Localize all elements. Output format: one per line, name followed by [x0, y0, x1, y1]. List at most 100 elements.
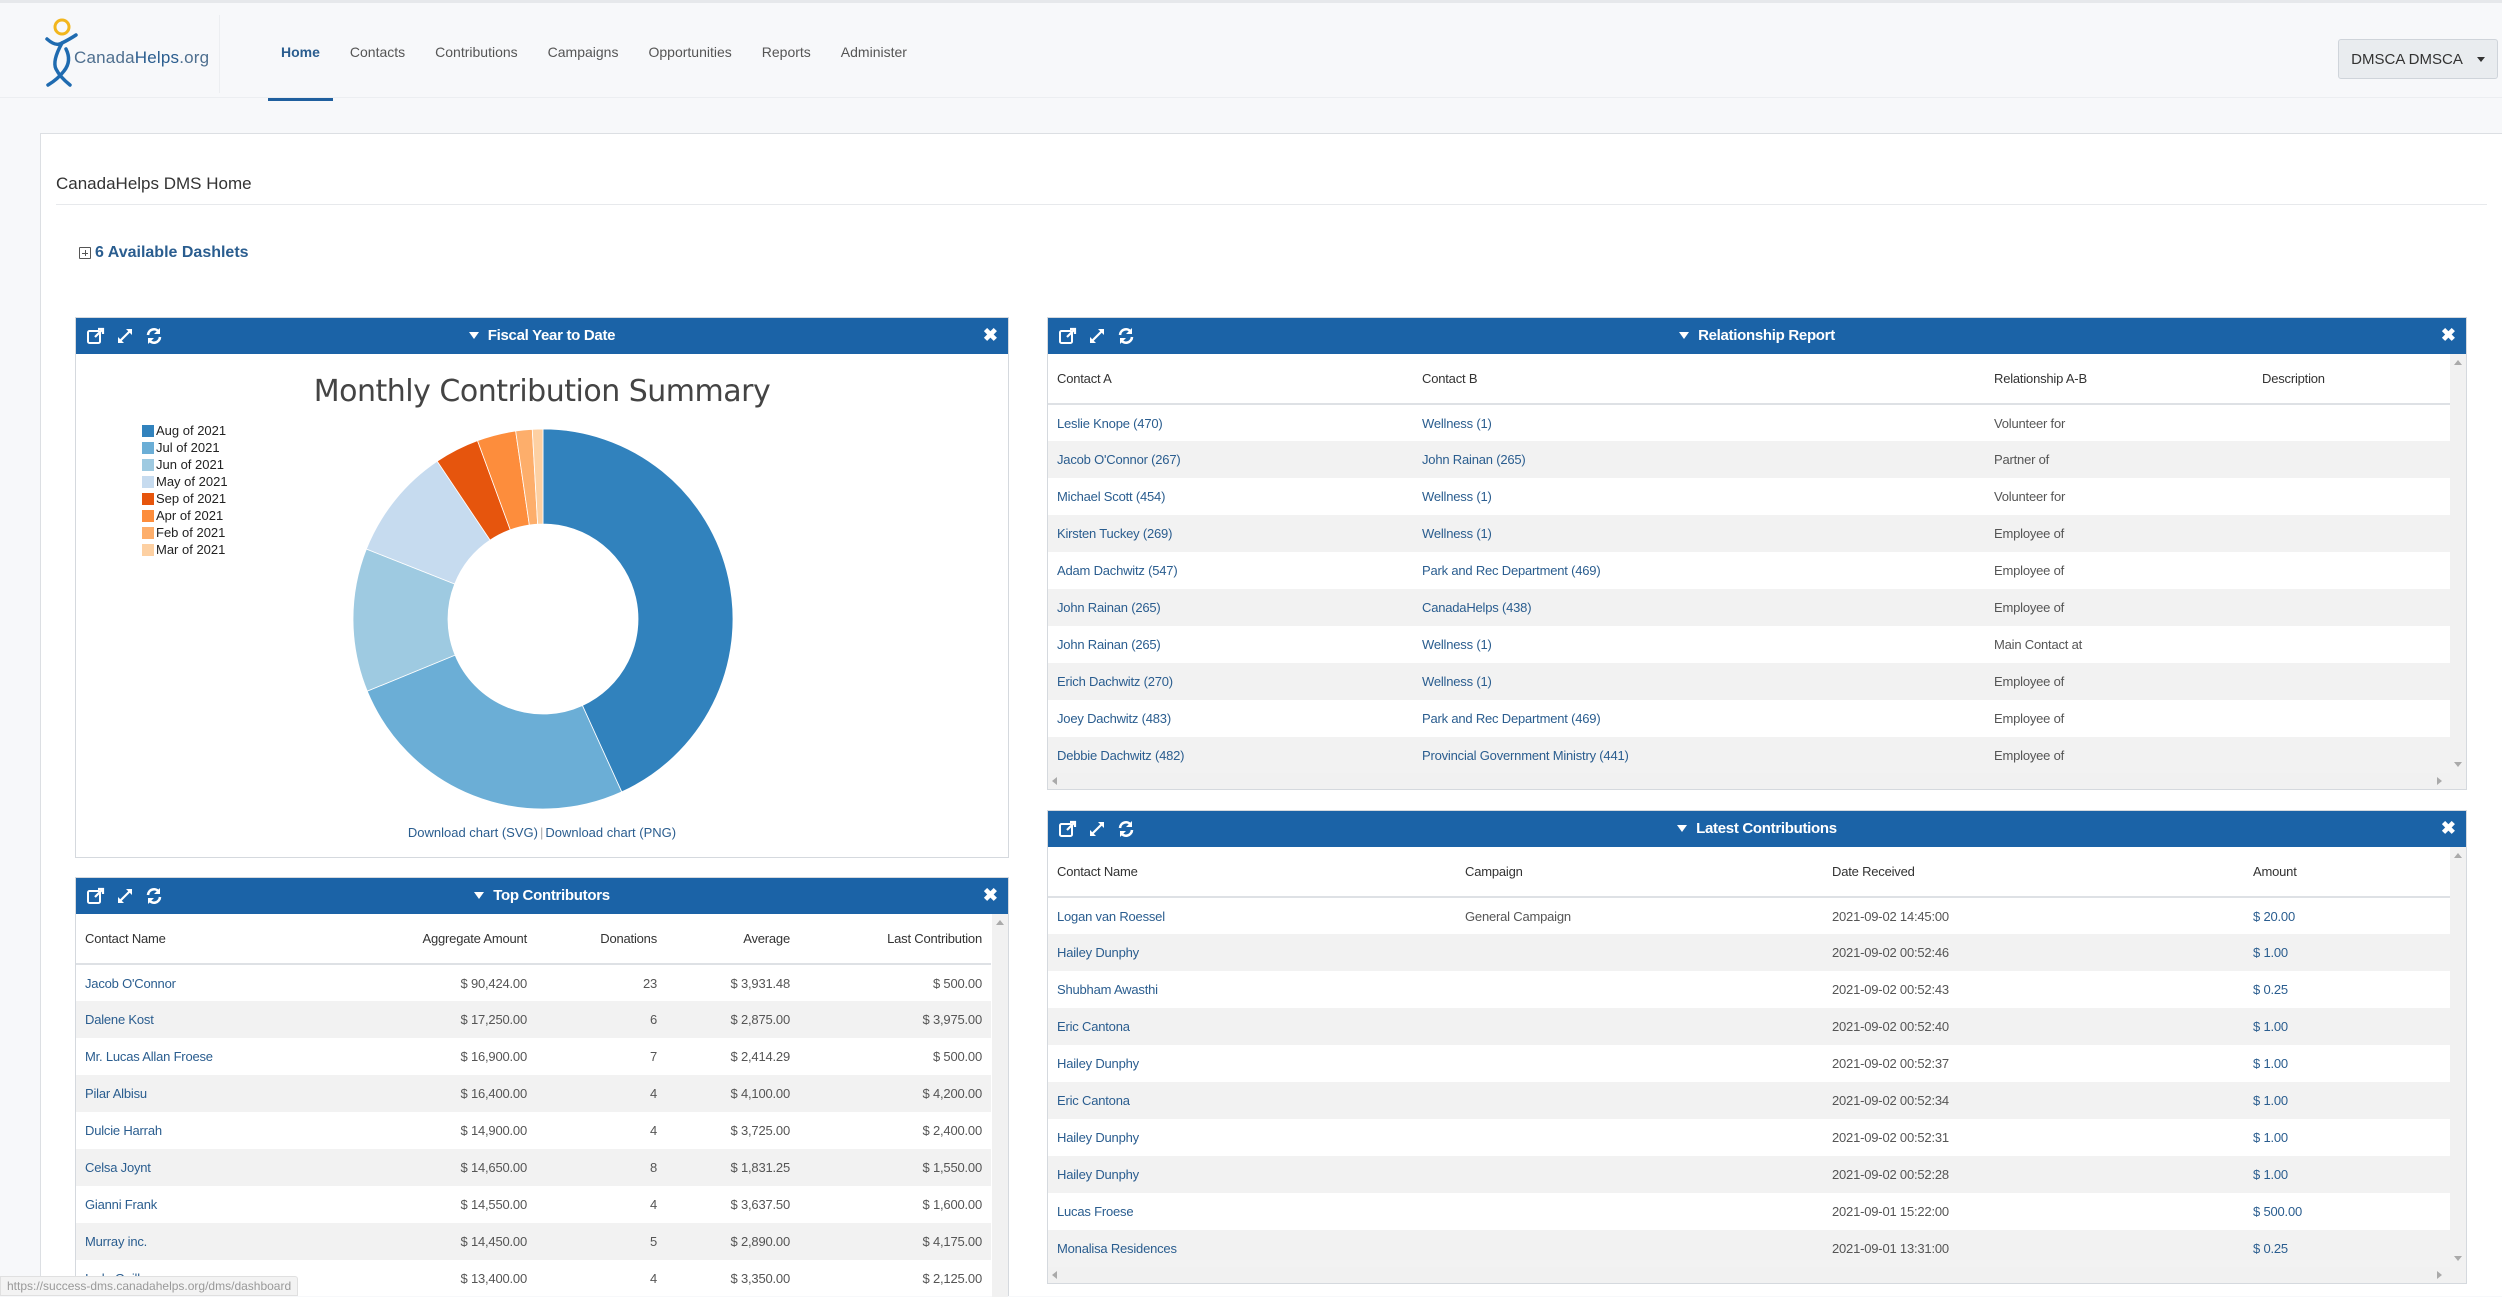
cell-link[interactable]: John Rainan (265)	[1048, 589, 1413, 626]
cell-link[interactable]: Celsa Joynt	[76, 1149, 336, 1186]
cell-link[interactable]: Dulcie Harrah	[76, 1112, 336, 1149]
cell-link[interactable]: Lucas Froese	[1048, 1193, 1456, 1230]
cell-link[interactable]: Murray inc.	[76, 1223, 336, 1260]
cell-link[interactable]: Hailey Dunphy	[1048, 1119, 1456, 1156]
cell-link[interactable]: Park and Rec Department (469)	[1413, 552, 1985, 589]
cell-link[interactable]: $ 500.00	[2244, 1193, 2450, 1230]
close-icon[interactable]: ✖	[2441, 325, 2456, 346]
scroll-up-icon[interactable]	[2454, 360, 2462, 365]
col-relationship[interactable]: Relationship A-B	[1985, 354, 2253, 405]
scroll-up-icon[interactable]	[996, 920, 1004, 925]
relationship-row: Kirsten Tuckey (269) Wellness (1) Employee…	[1048, 515, 2450, 552]
cell-link[interactable]: Wellness (1)	[1413, 626, 1985, 663]
dashlet-title[interactable]: Latest Contributions	[1048, 811, 2466, 847]
cell-link[interactable]: Wellness (1)	[1413, 663, 1985, 700]
dashlet-title[interactable]: Fiscal Year to Date	[76, 318, 1008, 354]
vertical-scrollbar[interactable]	[2450, 354, 2466, 773]
col-aggregate-amount[interactable]: Aggregate Amount	[336, 914, 536, 965]
col-contact-a[interactable]: Contact A	[1048, 354, 1413, 405]
cell-link[interactable]: Joey Dachwitz (483)	[1048, 700, 1413, 737]
col-contact-b[interactable]: Contact B	[1413, 354, 1985, 405]
cell-link[interactable]: Gianni Frank	[76, 1186, 336, 1223]
cell-link[interactable]: Shubham Awasthi	[1048, 971, 1456, 1008]
nav-reports[interactable]: Reports	[747, 3, 826, 101]
cell-link[interactable]: Pilar Albisu	[76, 1075, 336, 1112]
nav-contacts[interactable]: Contacts	[335, 3, 420, 101]
download-png-link[interactable]: Download chart (PNG)	[545, 825, 676, 840]
cell-link[interactable]: Logan van Roessel	[1048, 897, 1456, 934]
cell: 2021-09-02 14:45:00	[1832, 908, 1949, 924]
cell-link[interactable]: Eric Cantona	[1048, 1008, 1456, 1045]
col-description[interactable]: Description	[2253, 354, 2450, 405]
nav-opportunities[interactable]: Opportunities	[633, 3, 746, 101]
scroll-down-icon[interactable]	[2454, 1256, 2462, 1261]
col-contact-name[interactable]: Contact Name	[76, 914, 336, 965]
col-amount[interactable]: Amount	[2244, 847, 2450, 898]
close-icon[interactable]: ✖	[983, 325, 998, 346]
cell-link[interactable]: John Rainan (265)	[1048, 626, 1413, 663]
col-date-received[interactable]: Date Received	[1823, 847, 2244, 898]
scroll-left-icon[interactable]	[1052, 1271, 1057, 1279]
cell-link[interactable]: $ 1.00	[2244, 1082, 2450, 1119]
scroll-right-icon[interactable]	[2437, 777, 2442, 785]
col-campaign[interactable]: Campaign	[1456, 847, 1823, 898]
user-menu-button[interactable]: DMSCA DMSCA	[2338, 39, 2498, 79]
available-dashlets-toggle[interactable]: 6 Available Dashlets	[79, 244, 249, 262]
cell-link[interactable]: Wellness (1)	[1413, 515, 1985, 552]
col-average[interactable]: Average	[666, 914, 799, 965]
nav-home[interactable]: Home	[266, 3, 335, 101]
cell-link[interactable]: Wellness (1)	[1413, 404, 1985, 441]
cell-link[interactable]: Leslie Knope (470)	[1048, 404, 1413, 441]
cell-link[interactable]: $ 1.00	[2244, 1119, 2450, 1156]
cell-link[interactable]: Wellness (1)	[1413, 478, 1985, 515]
cell-link[interactable]: Kirsten Tuckey (269)	[1048, 515, 1413, 552]
cell-link[interactable]: $ 1.00	[2244, 1008, 2450, 1045]
cell-link[interactable]: Hailey Dunphy	[1048, 934, 1456, 971]
cell: $ 16,900.00	[460, 1049, 528, 1064]
canadahelps-logo[interactable]: CanadaHelps.org	[40, 15, 220, 93]
cell-link[interactable]: Adam Dachwitz (547)	[1048, 552, 1413, 589]
close-icon[interactable]: ✖	[2441, 818, 2456, 839]
col-donations[interactable]: Donations	[536, 914, 666, 965]
horizontal-scrollbar[interactable]	[1048, 1267, 2466, 1283]
nav-contributions[interactable]: Contributions	[420, 3, 533, 101]
cell-link[interactable]: Hailey Dunphy	[1048, 1045, 1456, 1082]
cell-link[interactable]: $ 0.25	[2244, 971, 2450, 1008]
cell-link[interactable]: CanadaHelps (438)	[1413, 589, 1985, 626]
cell-link[interactable]: Jacob O'Connor (267)	[1048, 441, 1413, 478]
scroll-right-icon[interactable]	[2437, 1271, 2442, 1279]
cell-link[interactable]: Michael Scott (454)	[1048, 478, 1413, 515]
cell-link[interactable]: $ 1.00	[2244, 1045, 2450, 1082]
download-svg-link[interactable]: Download chart (SVG)	[408, 825, 538, 840]
cell-link[interactable]: Debbie Dachwitz (482)	[1048, 737, 1413, 774]
nav-administer[interactable]: Administer	[826, 3, 922, 101]
nav-campaigns[interactable]: Campaigns	[533, 3, 634, 101]
vertical-scrollbar[interactable]	[992, 914, 1008, 1297]
cell-link[interactable]: Park and Rec Department (469)	[1413, 700, 1985, 737]
cell-link[interactable]: John Rainan (265)	[1413, 441, 1985, 478]
horizontal-scrollbar[interactable]	[1048, 773, 2466, 789]
cell-link[interactable]: Monalisa Residences	[1048, 1230, 1456, 1267]
cell-link[interactable]: Mr. Lucas Allan Froese	[76, 1038, 336, 1075]
cell-link[interactable]: Hailey Dunphy	[1048, 1156, 1456, 1193]
close-icon[interactable]: ✖	[983, 885, 998, 906]
scroll-down-icon[interactable]	[2454, 762, 2462, 767]
cell-link[interactable]: $ 0.25	[2244, 1230, 2450, 1267]
cell-link[interactable]: Dalene Kost	[76, 1001, 336, 1038]
col-last-contribution[interactable]: Last Contribution	[799, 914, 991, 965]
dashlet-title[interactable]: Top Contributors	[76, 878, 1008, 914]
cell-link[interactable]: Erich Dachwitz (270)	[1048, 663, 1413, 700]
dashlet-title[interactable]: Relationship Report	[1048, 318, 2466, 354]
col-contact-name[interactable]: Contact Name	[1048, 847, 1456, 898]
scroll-up-icon[interactable]	[2454, 853, 2462, 858]
vertical-scrollbar[interactable]	[2450, 847, 2466, 1267]
cell-link[interactable]: Eric Cantona	[1048, 1082, 1456, 1119]
cell-link[interactable]: $ 1.00	[2244, 934, 2450, 971]
scroll-left-icon[interactable]	[1052, 777, 1057, 785]
cell	[2253, 552, 2450, 589]
cell-link[interactable]: Provincial Government Ministry (441)	[1413, 737, 1985, 774]
cell-link[interactable]: $ 1.00	[2244, 1156, 2450, 1193]
donut-slice-jul-of-2021[interactable]	[366, 654, 623, 810]
cell-link[interactable]: $ 20.00	[2244, 897, 2450, 934]
cell-link[interactable]: Jacob O'Connor	[76, 964, 336, 1001]
